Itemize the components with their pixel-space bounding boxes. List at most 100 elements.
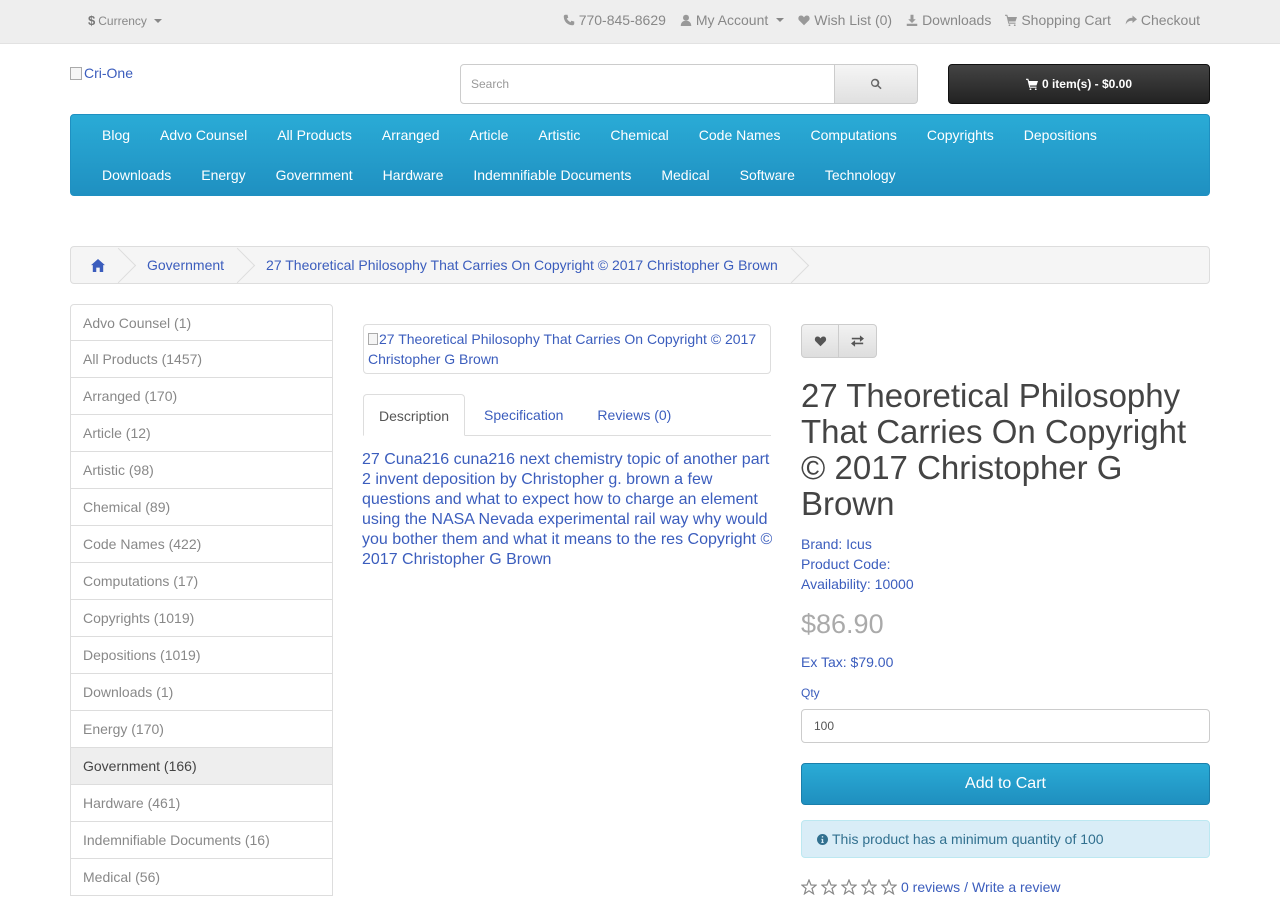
tab-reviews[interactable]: Reviews (0) [582,394,686,436]
tab-description[interactable]: Description [363,394,466,436]
menu-item-arranged[interactable]: Arranged [367,125,455,145]
product-tabs: Description Specification Reviews (0) [363,394,771,436]
exchange-icon [851,335,864,347]
cart-summary: 0 item(s) - $0.00 [1041,77,1133,91]
sidebar-item-downloads[interactable]: Downloads (1) [70,674,333,711]
product-image-alt: 27 Theoretical Philosophy That Carries O… [368,331,757,367]
menu-item-computations[interactable]: Computations [795,125,911,145]
menu-item-artistic[interactable]: Artistic [523,125,595,145]
downloads-label: Downloads [922,12,992,28]
shopping-cart-icon [1005,14,1018,26]
phone-icon [563,14,574,26]
home-icon [91,258,105,272]
currency-dropdown[interactable]: $ Currency [88,13,162,28]
menu-item-advo-counsel[interactable]: Advo Counsel [145,125,262,145]
search-input[interactable] [460,64,835,104]
reviews-link[interactable]: 0 reviews [901,879,960,895]
downloads-link[interactable]: Downloads [906,12,991,28]
tab-specification[interactable]: Specification [469,394,578,436]
menu-item-government[interactable]: Government [261,165,368,185]
menu-item-energy[interactable]: Energy [186,165,260,185]
sidebar-item-code-names[interactable]: Code Names (422) [70,526,333,563]
sidebar-item-energy[interactable]: Energy (170) [70,711,333,748]
menu-item-blog[interactable]: Blog [87,125,145,145]
wish-list-link[interactable]: Wish List (0) [798,12,892,28]
add-to-cart-button[interactable]: Add to Cart [801,763,1210,805]
menu-item-chemical[interactable]: Chemical [595,125,683,145]
sidebar-item-hardware[interactable]: Hardware (461) [70,785,333,822]
sidebar-item-artistic[interactable]: Artistic (98) [70,452,333,489]
menu-item-medical[interactable]: Medical [646,165,724,185]
product-image[interactable]: 27 Theoretical Philosophy That Carries O… [363,324,771,374]
sidebar-item-copyrights[interactable]: Copyrights (1019) [70,600,333,637]
star-empty-icon [840,878,858,896]
qty-label: Qty [801,686,820,700]
search-button[interactable] [835,64,918,104]
quantity-input[interactable] [801,709,1210,743]
checkout-link[interactable]: Checkout [1125,12,1200,28]
menu-row-1: Blog Advo Counsel All Products Arranged … [87,125,1112,145]
menu-item-software[interactable]: Software [725,165,810,185]
brand-link[interactable]: Icus [846,536,872,552]
star-empty-icon [880,878,898,896]
sidebar-item-computations[interactable]: Computations (17) [70,563,333,600]
sidebar-item-all-products[interactable]: All Products (1457) [70,341,333,378]
menu-item-downloads[interactable]: Downloads [87,165,186,185]
breadcrumb-product[interactable]: 27 Theoretical Philosophy That Carries O… [244,247,798,283]
availability-row: Availability: 10000 [801,574,914,594]
menu-row-2: Downloads Energy Government Hardware Ind… [87,165,911,185]
search-bar [460,64,918,104]
product-price: $86.90 [801,609,884,639]
sidebar-item-chemical[interactable]: Chemical (89) [70,489,333,526]
sidebar-item-depositions[interactable]: Depositions (1019) [70,637,333,674]
star-empty-icon [800,878,818,896]
product-code-row: Product Code: [801,554,914,574]
logo-alt-text: Cri-One [84,65,134,81]
menu-item-depositions[interactable]: Depositions [1009,125,1112,145]
breadcrumb-home[interactable] [71,247,125,283]
download-icon [906,14,918,26]
category-sidebar: Advo Counsel (1) All Products (1457) Arr… [70,304,333,896]
star-empty-icon [820,878,838,896]
top-links: 770-845-8629 My Account Wish List (0) Do… [563,12,1200,28]
min-quantity-text: This product has a minimum quantity of 1… [832,831,1104,847]
write-review-link[interactable]: Write a review [972,879,1060,895]
menu-item-article[interactable]: Article [455,125,524,145]
sidebar-item-arranged[interactable]: Arranged (170) [70,378,333,415]
cart-dropdown-button[interactable]: 0 item(s) - $0.00 [948,64,1210,104]
menu-item-copyrights[interactable]: Copyrights [912,125,1009,145]
compare-button[interactable] [839,324,877,358]
breadcrumb: Government 27 Theoretical Philosophy Tha… [70,246,1210,284]
product-meta: Brand: Icus Product Code: Availability: … [801,534,914,594]
my-account-dropdown[interactable]: My Account [680,12,785,28]
brand-row: Brand: Icus [801,534,914,554]
store-logo[interactable]: Cri-One [70,65,133,81]
wish-list-label: Wish List (0) [814,12,893,28]
product-code-label: Product Code: [801,556,891,572]
sidebar-item-medical[interactable]: Medical (56) [70,859,333,896]
menu-item-code-names[interactable]: Code Names [684,125,796,145]
broken-image-icon [368,333,378,345]
min-quantity-alert: This product has a minimum quantity of 1… [801,820,1210,858]
breadcrumb-government[interactable]: Government [125,247,244,283]
category-menu: Blog Advo Counsel All Products Arranged … [70,114,1210,196]
availability-label: Availability: [801,576,871,592]
share-icon [1125,15,1137,25]
add-to-wishlist-button[interactable] [801,324,839,358]
availability-value: 10000 [874,576,914,592]
sidebar-item-article[interactable]: Article (12) [70,415,333,452]
menu-item-hardware[interactable]: Hardware [368,165,459,185]
star-empty-icon [860,878,878,896]
menu-item-indemnifiable-documents[interactable]: Indemnifiable Documents [458,165,646,185]
checkout-label: Checkout [1140,12,1200,28]
menu-item-all-products[interactable]: All Products [262,125,367,145]
phone-link[interactable]: 770-845-8629 [563,12,666,28]
caret-down-icon [776,18,785,22]
sidebar-item-indemnifiable-documents[interactable]: Indemnifiable Documents (16) [70,822,333,859]
sidebar-item-government[interactable]: Government (166) [70,748,333,785]
menu-item-technology[interactable]: Technology [810,165,911,185]
broken-image-icon [70,66,82,80]
product-rating: 0 reviews / Write a review [800,878,1060,896]
shopping-cart-link[interactable]: Shopping Cart [1005,12,1111,28]
sidebar-item-advo-counsel[interactable]: Advo Counsel (1) [70,304,333,341]
